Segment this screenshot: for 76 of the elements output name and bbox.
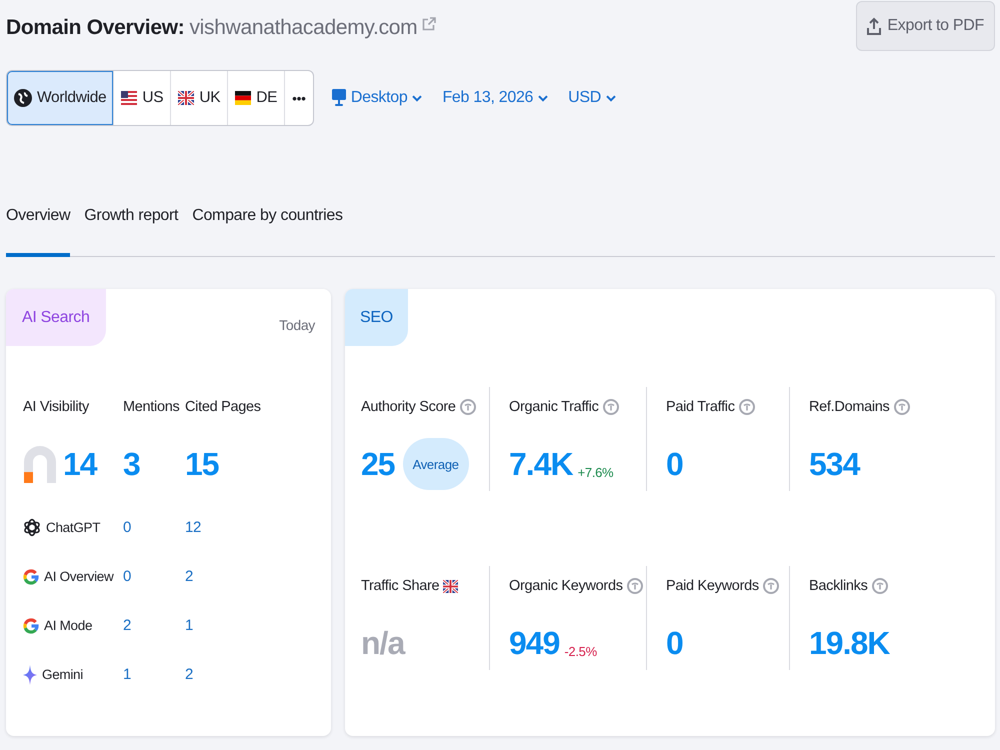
germany-flag-icon	[235, 91, 252, 105]
level-badge: Average	[402, 438, 469, 490]
metric-label: Organic Keywords	[509, 578, 623, 594]
change-percent: +7.6%	[578, 465, 614, 480]
chevron-down-icon	[538, 94, 548, 102]
info-icon[interactable]	[738, 399, 755, 415]
chevron-down-icon	[412, 94, 422, 102]
globe-icon	[14, 89, 32, 107]
metric-value: 25	[361, 445, 395, 484]
tab[interactable]: Growth report	[84, 200, 178, 257]
mentions-count: 1	[123, 666, 132, 683]
metric-label: Paid Traffic	[666, 399, 735, 415]
mentions-count: 0	[123, 519, 132, 536]
metric-value: 7.4K	[509, 445, 573, 484]
metric-value: 19.8K	[809, 624, 890, 663]
cited-pages-count: 1	[185, 617, 194, 634]
metric-value: 534	[809, 445, 860, 484]
page-title: Domain Overview:	[6, 15, 184, 41]
mentions-count: 0	[123, 568, 132, 585]
period-label: Today	[279, 317, 315, 333]
sparkle-icon	[23, 664, 37, 684]
metric-label: Ref.Domains	[809, 399, 890, 415]
column-header: Mentions	[123, 399, 180, 415]
column-header: Cited Pages	[185, 399, 262, 415]
upload-icon	[867, 17, 882, 35]
location-tab[interactable]: •••	[284, 71, 313, 125]
column-header: AI Visibility	[23, 399, 90, 415]
uk-flag-icon	[443, 580, 458, 592]
uk-flag-icon	[178, 91, 194, 105]
cited-pages-count: 2	[185, 666, 194, 683]
metric-value: 0	[666, 624, 683, 663]
location-tab[interactable]: US	[113, 71, 170, 125]
metric-value: 0	[666, 445, 683, 484]
info-icon[interactable]	[460, 399, 476, 415]
location-tab[interactable]: UK	[170, 71, 228, 125]
monitor-icon	[332, 88, 346, 108]
info-icon[interactable]	[872, 578, 888, 594]
platform-name: ChatGPT	[46, 520, 100, 535]
metric-label: Backlinks	[809, 578, 868, 594]
info-icon[interactable]	[626, 578, 643, 594]
info-icon[interactable]	[762, 578, 779, 594]
tab[interactable]: Overview	[6, 200, 70, 257]
section-tag: AI Search	[6, 289, 106, 346]
knot-icon	[23, 518, 41, 537]
change-percent: -2.5%	[564, 644, 597, 659]
g-logo-icon	[23, 618, 39, 634]
mentions-total: 3	[123, 445, 141, 484]
tab[interactable]: Compare by countries	[192, 200, 343, 257]
cited-pages-total: 15	[185, 445, 220, 484]
metric-value: 949	[509, 624, 560, 663]
location-tab[interactable]: Worldwide	[7, 71, 114, 125]
platform-name: AI Overview	[44, 569, 114, 584]
info-icon[interactable]	[602, 399, 619, 415]
metric-label: Traffic Share	[361, 578, 440, 594]
dropdown[interactable]: Desktop	[332, 88, 422, 108]
platform-name: Gemini	[42, 667, 83, 682]
section-tag: SEO	[345, 289, 408, 346]
export-button[interactable]: Export to PDF	[856, 1, 995, 51]
g-logo-icon	[23, 568, 39, 584]
us-flag-icon	[121, 91, 138, 105]
metric-label: Paid Keywords	[666, 578, 759, 594]
external-link-icon[interactable]	[422, 17, 436, 31]
visibility-score: 14	[63, 445, 97, 484]
domain-link[interactable]: vishwanathacademy.com	[189, 14, 418, 42]
dropdown[interactable]: Feb 13, 2026	[442, 88, 548, 108]
platform-name: AI Mode	[44, 618, 92, 633]
mentions-count: 2	[123, 617, 132, 634]
cited-pages-count: 2	[185, 568, 194, 585]
chevron-down-icon	[606, 94, 616, 102]
metric-label: Authority Score	[361, 399, 456, 415]
info-icon[interactable]	[894, 399, 910, 415]
metric-value: n/a	[361, 624, 404, 663]
metric-label: Organic Traffic	[509, 399, 599, 415]
cited-pages-count: 12	[185, 519, 202, 536]
dropdown[interactable]: USD	[568, 88, 616, 108]
location-tab[interactable]: DE	[227, 71, 284, 125]
